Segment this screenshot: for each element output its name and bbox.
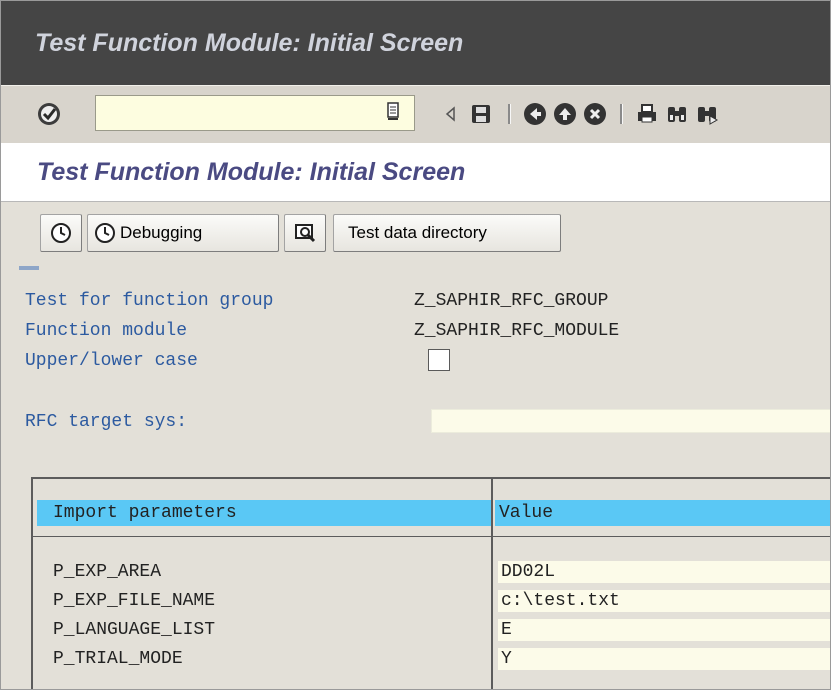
case-sensitive-label: Upper/lower case (25, 351, 198, 371)
standard-toolbar (1, 85, 830, 144)
test-sequence-button[interactable] (284, 214, 326, 252)
save-icon[interactable] (469, 102, 493, 126)
param-value-field[interactable]: DD02L (498, 561, 830, 583)
sap-window: Test Function Module: Initial Screen Tes… (0, 0, 831, 690)
page-title: Test Function Module: Initial Screen (37, 158, 466, 186)
param-value-field[interactable]: Y (498, 648, 830, 670)
execute-clock-icon (51, 223, 71, 243)
case-sensitive-checkbox[interactable] (428, 349, 450, 371)
screen-title-bar: Test Function Module: Initial Screen (1, 143, 830, 202)
window-title-bar: Test Function Module: Initial Screen (1, 1, 830, 85)
function-module-label: Function module (25, 321, 188, 341)
find-icon[interactable] (665, 102, 689, 126)
execute-button[interactable] (40, 214, 82, 252)
param-name: P_EXP_FILE_NAME (53, 591, 216, 611)
cancel-icon[interactable] (583, 102, 607, 126)
selection-screen: Test for function group Z_SAPHIR_RFC_GRO… (1, 263, 830, 689)
toolbar-separator (508, 104, 511, 124)
param-name: P_LANGUAGE_LIST (53, 620, 216, 640)
function-module-value: Z_SAPHIR_RFC_MODULE (414, 321, 620, 341)
header-value: Value (495, 500, 830, 526)
back-arrow-icon[interactable] (439, 102, 463, 126)
divider-marker (19, 266, 39, 270)
column-divider (491, 477, 493, 689)
header-separator (32, 536, 830, 537)
back-icon[interactable] (523, 102, 547, 126)
rfc-target-label: RFC target sys: (25, 412, 188, 432)
test-data-directory-button[interactable]: Test data directory (333, 214, 561, 252)
function-group-label: Test for function group (25, 291, 274, 311)
rfc-target-input[interactable] (431, 409, 830, 433)
enter-checkmark-icon[interactable] (37, 102, 61, 126)
application-toolbar: Debugging Test data directory (1, 202, 830, 262)
print-icon[interactable] (635, 102, 659, 126)
debugging-button[interactable]: Debugging (87, 214, 279, 252)
command-dropdown-icon[interactable] (385, 100, 401, 122)
function-group-value: Z_SAPHIR_RFC_GROUP (414, 291, 609, 311)
header-import-parameters: Import parameters (37, 500, 491, 526)
param-name: P_EXP_AREA (53, 562, 162, 582)
magnify-screen-icon (295, 224, 316, 243)
test-data-directory-label: Test data directory (348, 223, 487, 242)
param-name: P_TRIAL_MODE (53, 649, 183, 669)
param-value-field[interactable]: E (498, 619, 830, 641)
command-field[interactable] (95, 95, 415, 131)
execute-clock-icon (95, 223, 115, 243)
toolbar-separator (620, 104, 623, 124)
param-value-field[interactable]: c:\test.txt (498, 590, 830, 612)
find-next-icon[interactable] (695, 102, 719, 126)
exit-icon[interactable] (553, 102, 577, 126)
window-title: Test Function Module: Initial Screen (35, 29, 464, 57)
debugging-label: Debugging (120, 223, 203, 242)
